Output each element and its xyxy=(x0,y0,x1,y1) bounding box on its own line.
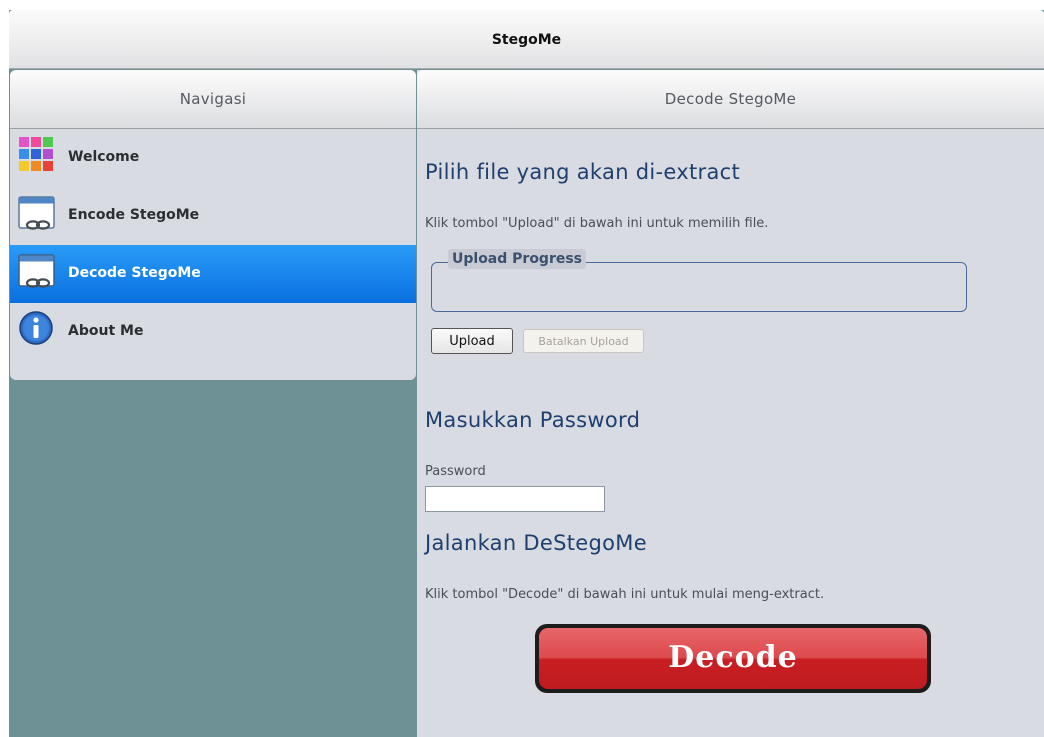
password-input[interactable] xyxy=(425,486,605,512)
main-panel: Decode StegoMe Pilih file yang akan di-e… xyxy=(417,70,1044,737)
window-link-icon xyxy=(18,196,55,230)
sidebar: Navigasi Welcome Encode StegoMe Decode S… xyxy=(10,70,416,380)
sidebar-item-label: Encode StegoMe xyxy=(68,207,200,223)
section-title-file: Pilih file yang akan di-extract xyxy=(425,160,741,184)
sidebar-header: Navigasi xyxy=(10,70,416,129)
sidebar-item-welcome[interactable]: Welcome xyxy=(10,129,416,187)
app-title: StegoMe xyxy=(9,10,1044,69)
main-header: Decode StegoMe xyxy=(417,70,1044,129)
app-window: StegoMe Navigasi Welcome Encode StegoMe … xyxy=(9,10,1044,737)
sidebar-item-label: Welcome xyxy=(68,149,140,165)
cancel-upload-button[interactable]: Batalkan Upload xyxy=(523,329,644,353)
sidebar-item-label: Decode StegoMe xyxy=(68,265,201,281)
sidebar-item-about[interactable]: About Me xyxy=(10,303,416,361)
decode-button-label: Decode xyxy=(539,628,927,689)
sidebar-item-label: About Me xyxy=(68,323,144,339)
decode-hint: Klik tombol "Decode" di bawah ini untuk … xyxy=(425,587,825,602)
password-label: Password xyxy=(425,464,486,479)
section-title-password: Masukkan Password xyxy=(425,408,641,432)
upload-button[interactable]: Upload xyxy=(431,328,513,354)
decode-button[interactable]: Decode xyxy=(535,624,931,693)
info-icon xyxy=(19,311,53,345)
sidebar-item-decode[interactable]: Decode StegoMe xyxy=(10,245,416,303)
upload-hint: Klik tombol "Upload" di bawah ini untuk … xyxy=(425,216,769,231)
upload-progress-box: Upload Progress xyxy=(431,249,967,312)
window-link-icon xyxy=(18,254,55,288)
section-title-run: Jalankan DeStegoMe xyxy=(425,531,647,555)
grid-icon xyxy=(19,137,53,171)
upload-progress-legend: Upload Progress xyxy=(448,249,587,269)
sidebar-item-encode[interactable]: Encode StegoMe xyxy=(10,187,416,245)
